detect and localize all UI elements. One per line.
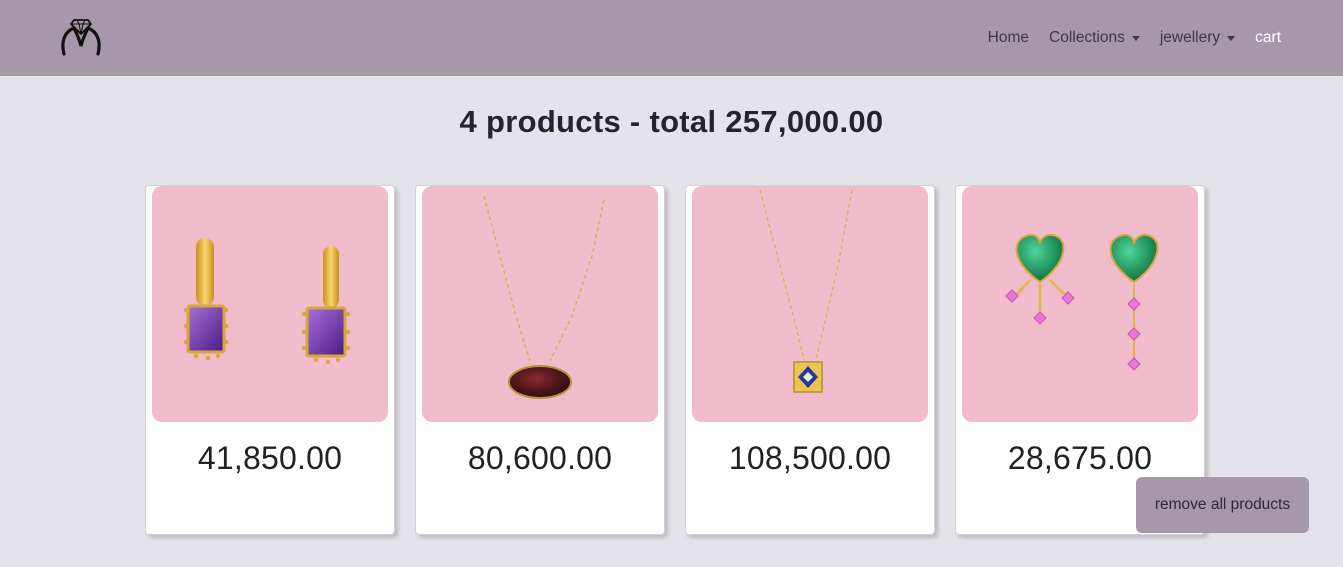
product-price: 28,675.00: [1007, 440, 1153, 476]
product-list: 41,850.00 80,600.00 108,500.00 28,675.00: [145, 185, 1205, 535]
product-price: 41,850.00: [197, 440, 343, 476]
caret-down-icon: [1131, 35, 1140, 41]
cart-summary-title: 4 products - total 257,000.00: [459, 104, 884, 139]
product-card[interactable]: 80,600.00: [415, 185, 665, 535]
navbar: Home Collections jewellery cart: [0, 0, 1343, 76]
oval-pendant-necklace-image[interactable]: [422, 186, 658, 422]
remove-all-products-button[interactable]: remove all products: [1136, 477, 1309, 533]
nav-collections-label: Collections: [1049, 29, 1125, 46]
product-card[interactable]: 108,500.00: [685, 185, 935, 535]
ring-logo-icon[interactable]: [60, 14, 102, 58]
nav-cart-link[interactable]: cart: [1255, 29, 1281, 47]
amethyst-earrings-image[interactable]: [152, 186, 388, 422]
nav-menu: Home Collections jewellery cart: [988, 0, 1281, 76]
emerald-heart-earrings-image[interactable]: [962, 186, 1198, 422]
caret-down-icon: [1227, 35, 1236, 41]
product-card[interactable]: 41,850.00: [145, 185, 395, 535]
nav-jewellery-dropdown[interactable]: jewellery: [1159, 29, 1236, 47]
nav-cart-label: cart: [1255, 29, 1281, 46]
nav-home-label: Home: [987, 29, 1030, 46]
square-pendant-necklace-image[interactable]: [692, 186, 928, 422]
product-price: 108,500.00: [728, 440, 892, 476]
product-price: 80,600.00: [467, 440, 613, 476]
nav-collections-dropdown[interactable]: Collections: [1049, 29, 1140, 47]
nav-jewellery-label: jewellery: [1159, 29, 1221, 46]
nav-home-link[interactable]: Home: [988, 29, 1029, 47]
